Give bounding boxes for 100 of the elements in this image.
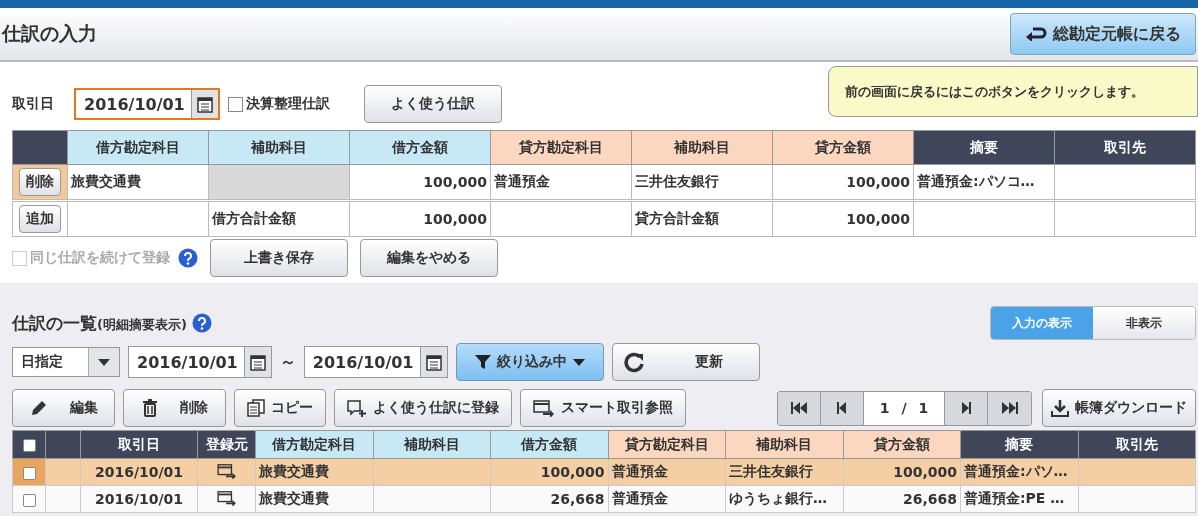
column-header: 取引先	[1054, 130, 1196, 165]
action-button[interactable]: 編集をやめる	[360, 239, 498, 277]
table-cell: 2016/10/01	[94, 464, 184, 480]
table-cell: ゆうちょ銀行…	[729, 490, 827, 506]
download-icon	[1051, 399, 1069, 417]
caret-icon	[572, 358, 585, 366]
trash-icon	[141, 399, 158, 417]
card-arrow-icon	[216, 489, 237, 506]
favorites-button[interactable]: よく使う仕訳	[363, 85, 502, 123]
column-header: 貸方金額	[843, 430, 961, 459]
table-cell: 普通預金:パソコ…	[917, 173, 1035, 189]
column-header: 摘要	[913, 130, 1055, 165]
date-field[interactable]: 2016/10/01	[74, 88, 220, 120]
table-cell: 100,000	[540, 464, 605, 480]
column-header: 補助科目	[373, 430, 491, 459]
table-cell: 26,668	[902, 491, 957, 507]
table-cell: 100,000	[846, 211, 910, 227]
action-button[interactable]: 上書き保存	[210, 239, 348, 277]
range-separator: ～	[279, 351, 296, 373]
row-checkbox[interactable]	[22, 493, 36, 507]
page-title: 仕訳の入力	[0, 21, 97, 46]
card-arrow-icon	[533, 399, 555, 417]
toolbar-button[interactable]: 編集	[12, 389, 115, 427]
table-cell: 100,000	[423, 211, 487, 227]
column-header: 補助科目	[208, 130, 350, 165]
copy-icon	[247, 399, 265, 417]
last-page-icon	[1001, 402, 1018, 414]
back-button[interactable]: 総勘定元帳に戻る	[1010, 13, 1196, 55]
column-header: 補助科目	[725, 430, 843, 459]
download-button[interactable]: 帳簿ダウンロード	[1042, 389, 1196, 427]
checkbox-label: 決算整理仕訳	[245, 95, 330, 113]
return-arrow-icon	[1025, 27, 1047, 41]
checkbox[interactable]	[227, 96, 243, 112]
table-cell: 三井住友銀行	[729, 463, 813, 479]
funnel-icon	[474, 354, 491, 370]
previous-page-button[interactable]	[821, 391, 864, 425]
refresh-button[interactable]: 更新	[611, 343, 760, 381]
page-number: 1	[879, 400, 890, 416]
card-arrow-icon	[216, 462, 237, 479]
table-cell: 旅費交通費	[259, 490, 329, 506]
table-cell: 普通預金:PE …	[964, 490, 1065, 506]
toolbar-button[interactable]: 削除	[123, 389, 226, 427]
column-header: 貸方金額	[772, 130, 914, 165]
period-dropdown[interactable]: 日指定	[12, 347, 120, 377]
toolbar-button[interactable]: コピー	[234, 389, 326, 427]
page-total: 1	[918, 400, 929, 416]
row-checkbox[interactable]	[22, 466, 36, 480]
column-header: 貸方勘定科目	[608, 430, 726, 459]
column-header: 貸方勘定科目	[490, 130, 632, 165]
caret-icon	[98, 358, 110, 366]
column-header: 借方勘定科目	[255, 430, 373, 459]
column-header: 摘要	[960, 430, 1078, 459]
toggle-tab[interactable]: 非表示	[1093, 307, 1195, 339]
calendar-icon	[424, 353, 443, 371]
toolbar-button[interactable]: よく使う仕訳に登録	[334, 389, 512, 427]
section-title: 仕訳の一覧(明細摘要表示)	[12, 311, 187, 335]
table-cell: 100,000	[846, 174, 910, 190]
calendar-icon	[195, 95, 214, 113]
table-cell: 2016/10/01	[94, 491, 184, 507]
book-plus-icon	[347, 399, 367, 417]
table-cell: 普通預金:パソ…	[964, 463, 1068, 479]
calendar-icon	[248, 353, 267, 371]
table-cell: 普通預金	[611, 463, 668, 479]
select-all-checkbox[interactable]	[22, 439, 36, 452]
column-header: 補助科目	[631, 130, 773, 165]
table-cell: 貸方合計金額	[635, 210, 719, 226]
page-separator: /	[901, 400, 907, 416]
last-page-button[interactable]	[988, 391, 1031, 425]
first-page-icon	[791, 402, 807, 414]
column-header: 借方勘定科目	[67, 130, 209, 165]
next-page-button[interactable]	[945, 391, 988, 425]
refresh-icon	[622, 351, 645, 373]
table-cell: 普通預金	[611, 490, 668, 506]
table-cell: 100,000	[423, 174, 487, 190]
delete-button[interactable]: 削除	[19, 168, 61, 196]
tooltip: 前の画面に戻るにはこのボタンをクリックします。	[828, 66, 1198, 117]
table-cell: 100,000	[893, 464, 957, 480]
table-cell: 旅費交通費	[259, 463, 329, 479]
pencil-icon	[29, 399, 48, 417]
column-header: 借方金額	[490, 430, 608, 459]
date-label: 取引日	[12, 95, 55, 113]
next-page-icon	[961, 402, 971, 414]
checkbox-label: 同じ仕訳を続けて登録	[30, 249, 170, 267]
table-cell: 借方合計金額	[212, 210, 296, 226]
table-cell: 26,668	[550, 491, 605, 507]
column-header: 登録元	[197, 430, 256, 459]
column-header: 取引日	[80, 430, 198, 459]
help-icon[interactable]	[191, 313, 212, 333]
date-field[interactable]: 2016/10/01	[128, 346, 272, 378]
first-page-button[interactable]	[778, 391, 821, 425]
table-cell: 普通預金	[494, 173, 550, 189]
toolbar-button[interactable]: スマート取引参照	[520, 389, 686, 427]
add-button[interactable]: 追加	[19, 205, 61, 233]
table-cell: 三井住友銀行	[635, 173, 719, 189]
filter-button[interactable]: 絞り込み中	[455, 343, 604, 381]
previous-page-icon	[837, 402, 847, 414]
column-header: 借方金額	[349, 130, 491, 165]
help-icon[interactable]	[178, 248, 198, 268]
date-field[interactable]: 2016/10/01	[303, 346, 448, 378]
table-cell: 旅費交通費	[71, 173, 141, 189]
